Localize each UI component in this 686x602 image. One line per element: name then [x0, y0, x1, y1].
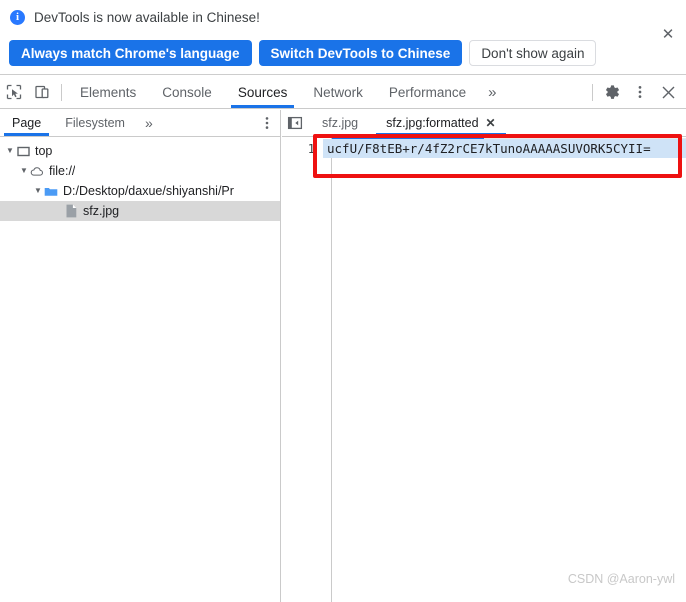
- sources-editor-pane: sfz.jpg sfz.jpg:formatted ✕ 1 ucfU/F8tEB…: [282, 110, 686, 602]
- sources-navigator-pane: Page Filesystem » ▼ top ▼ file:// ▼ D:/D…: [0, 110, 281, 602]
- navigator-tab-page[interactable]: Page: [0, 110, 53, 136]
- infobar-button-group: Always match Chrome's language Switch De…: [9, 40, 597, 66]
- folder-icon: [44, 184, 58, 198]
- gutter-divider: [331, 137, 332, 602]
- panel-tab-list: Elements Console Sources Network Perform…: [67, 76, 506, 108]
- toolbar-right-group: [587, 78, 686, 106]
- tree-item-label: D:/Desktop/daxue/shiyanshi/Pr: [63, 184, 234, 198]
- tree-item-folder[interactable]: ▼ D:/Desktop/daxue/shiyanshi/Pr: [0, 181, 280, 201]
- gear-icon[interactable]: [598, 78, 626, 106]
- tab-performance[interactable]: Performance: [376, 76, 479, 108]
- line-number: 1: [307, 141, 315, 156]
- switch-devtools-to-chinese-button[interactable]: Switch DevTools to Chinese: [258, 40, 463, 66]
- editor-tab-sfz-jpg[interactable]: sfz.jpg: [308, 110, 372, 136]
- tree-item-top[interactable]: ▼ top: [0, 141, 280, 161]
- navigator-tab-filesystem[interactable]: Filesystem: [53, 110, 137, 136]
- tree-item-sfz-jpg[interactable]: sfz.jpg: [0, 201, 280, 221]
- infobar-message: DevTools is now available in Chinese!: [34, 10, 260, 25]
- devtools-main-toolbar: Elements Console Sources Network Perform…: [0, 76, 686, 109]
- infobar-message-row: i DevTools is now available in Chinese!: [10, 10, 260, 25]
- file-icon: [64, 204, 78, 218]
- expand-triangle-icon[interactable]: ▼: [18, 161, 30, 181]
- toolbar-divider: [61, 83, 62, 101]
- code-line-1[interactable]: 1 ucfU/F8tEB+r/4fZ2rCE7kTunoAAAAASUVORK5…: [282, 139, 686, 158]
- devtools-infobar: i DevTools is now available in Chinese! …: [0, 0, 686, 75]
- code-editor[interactable]: 1 ucfU/F8tEB+r/4fZ2rCE7kTunoAAAAASUVORK5…: [282, 137, 686, 602]
- inspect-cursor-icon[interactable]: [0, 78, 28, 106]
- toolbar-divider-right: [592, 83, 593, 101]
- editor-tab-close-icon[interactable]: ✕: [486, 116, 496, 130]
- watermark: CSDN @Aaron-ywl: [567, 572, 675, 586]
- navigator-more-tabs-icon[interactable]: »: [137, 110, 161, 136]
- kebab-menu-icon[interactable]: [626, 78, 654, 106]
- navigator-kebab-menu-icon[interactable]: [254, 110, 280, 136]
- show-navigator-icon[interactable]: [282, 110, 308, 136]
- tree-item-file-protocol[interactable]: ▼ file://: [0, 161, 280, 181]
- tree-item-label: sfz.jpg: [83, 204, 120, 218]
- tab-console[interactable]: Console: [149, 76, 225, 108]
- dont-show-again-button[interactable]: Don't show again: [469, 40, 597, 66]
- tree-item-label: top: [35, 144, 53, 158]
- editor-tabbar: sfz.jpg sfz.jpg:formatted ✕: [282, 110, 686, 137]
- file-tree: ▼ top ▼ file:// ▼ D:/Desktop/daxue/shiya…: [0, 137, 280, 221]
- editor-tab-label: sfz.jpg: [322, 116, 359, 130]
- expand-triangle-icon[interactable]: ▼: [4, 141, 16, 161]
- more-panels-icon[interactable]: »: [479, 76, 505, 108]
- tab-elements[interactable]: Elements: [67, 76, 149, 108]
- always-match-chrome-language-button[interactable]: Always match Chrome's language: [9, 40, 252, 66]
- navigator-tabbar: Page Filesystem »: [0, 110, 280, 137]
- infobar-close-icon[interactable]: ✕: [658, 25, 678, 45]
- close-devtools-icon[interactable]: [654, 78, 682, 106]
- cloud-icon: [30, 164, 44, 178]
- code-line-text[interactable]: ucfU/F8tEB+r/4fZ2rCE7kTunoAAAAASUVORK5CY…: [323, 139, 686, 158]
- editor-tab-label: sfz.jpg:formatted: [386, 116, 479, 130]
- tab-network[interactable]: Network: [300, 76, 376, 108]
- frame-icon: [16, 144, 30, 158]
- tree-item-label: file://: [49, 164, 76, 178]
- editor-tab-sfz-jpg-formatted[interactable]: sfz.jpg:formatted ✕: [372, 110, 509, 136]
- device-toolbar-icon[interactable]: [28, 78, 56, 106]
- info-icon: i: [10, 10, 25, 25]
- tab-sources[interactable]: Sources: [225, 76, 301, 108]
- expand-triangle-icon[interactable]: ▼: [32, 181, 44, 201]
